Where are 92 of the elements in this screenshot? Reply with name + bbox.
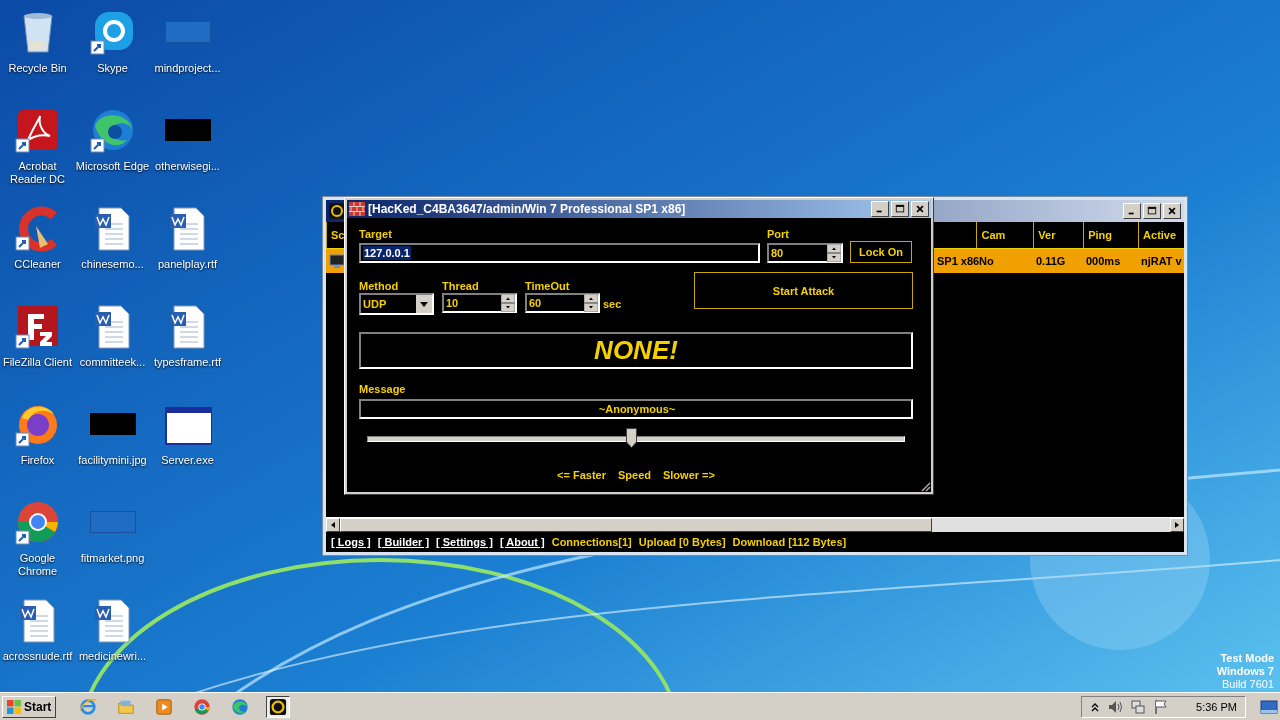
target-field[interactable]: 127.0.0.1 xyxy=(359,243,760,263)
slider-label: Slower => xyxy=(662,468,715,482)
column-header[interactable]: Active xyxy=(1138,222,1184,248)
desktop-icon-label[interactable]: chinesemo... xyxy=(75,258,150,271)
app-icon xyxy=(269,697,288,716)
field-label: Message xyxy=(359,382,407,396)
window-title: [HacKed_C4BA3647/admin/Win 7 Professional SP1 x86] xyxy=(368,202,686,216)
scroll-right-icon[interactable] xyxy=(1170,518,1184,532)
unit-label: sec xyxy=(603,297,622,311)
desktop-icon-label[interactable]: Microsoft Edge xyxy=(75,160,150,173)
field-label: Port xyxy=(767,227,790,241)
spinner-arrows-icon[interactable] xyxy=(584,294,598,312)
desktop-icon-label[interactable]: typesframe.rtf xyxy=(150,356,225,369)
table-cell-text: njRAT v xyxy=(1140,255,1183,267)
lock-on-button[interactable]: Lock On xyxy=(850,241,912,263)
desktop-icon-label[interactable]: mindproject... xyxy=(150,62,225,75)
desktop-icon-label[interactable]: committeek... xyxy=(75,356,150,369)
message-field[interactable]: ~Anonymous~ xyxy=(359,399,913,419)
field-label: Method xyxy=(359,279,400,293)
brick-wall-icon xyxy=(349,202,365,216)
desktop-icon-label[interactable]: Firefox xyxy=(0,454,75,467)
desktop-icon-label[interactable]: Server.exe xyxy=(150,454,225,467)
slider-thumb[interactable] xyxy=(625,428,637,448)
scroll-left-icon[interactable] xyxy=(326,518,340,532)
resize-grip-icon[interactable] xyxy=(919,480,931,492)
show-desktop-icon[interactable] xyxy=(1260,698,1278,715)
browser-icon xyxy=(79,697,98,716)
column-header[interactable]: Ver xyxy=(1033,222,1084,248)
maximize-button[interactable] xyxy=(891,201,909,217)
app-icon xyxy=(329,203,345,219)
field-label: Target xyxy=(359,227,393,241)
os-notice-text: Test Mode xyxy=(1220,652,1274,665)
os-notice-text: Windows 7 xyxy=(1216,665,1274,678)
browser-icon xyxy=(193,697,212,716)
minimize-button[interactable] xyxy=(1123,203,1141,219)
status-text: Upload [0 Bytes] xyxy=(638,536,726,548)
menu-link[interactable]: [ Builder ] xyxy=(377,536,430,548)
start-attack-button[interactable]: Start Attack xyxy=(694,272,913,309)
desktop-icon-label[interactable]: Acrobat Reader DC xyxy=(0,160,75,186)
desktop-icon-label[interactable]: panelplay.rtf xyxy=(150,258,225,271)
status-text: NONE! xyxy=(594,335,678,366)
field-label: TimeOut xyxy=(525,279,571,293)
desktop-icon-label[interactable]: acrossnude.rtf xyxy=(0,650,75,663)
desktop-icon-label[interactable]: FileZilla Client xyxy=(0,356,75,369)
menu-link[interactable]: [ Settings ] xyxy=(436,536,493,548)
menu-link[interactable]: [ About ] xyxy=(499,536,545,548)
column-header[interactable]: Ping xyxy=(1083,222,1139,248)
close-button[interactable] xyxy=(1163,203,1181,219)
maximize-icon xyxy=(1147,206,1157,216)
taskbar-button[interactable] xyxy=(266,695,291,718)
desktop-icon-label[interactable]: facilitymini.jpg xyxy=(75,454,150,467)
flag-icon[interactable] xyxy=(1153,698,1170,715)
close-button[interactable] xyxy=(911,201,929,217)
table-cell-text: 000ms xyxy=(1085,255,1122,267)
minimize-button[interactable] xyxy=(871,201,889,217)
clock-text[interactable]: 5:36 PM xyxy=(1196,700,1237,713)
menu-link[interactable]: [ Logs ] xyxy=(331,536,371,548)
slider-label: <= Faster xyxy=(557,468,606,482)
desktop-icon-label[interactable]: otherwisegi... xyxy=(150,160,225,173)
start-button[interactable]: Start xyxy=(2,695,57,718)
caret-icon xyxy=(420,301,428,307)
desktop-icon-label[interactable]: Google Chrome xyxy=(0,552,75,578)
media-player-icon xyxy=(155,697,174,716)
network-icon[interactable] xyxy=(1130,698,1147,715)
port-spinbox[interactable]: 80 xyxy=(767,243,843,263)
table-row[interactable]: SP1 x86No 0.11G 000ms njRAT v xyxy=(934,249,1184,273)
close-icon xyxy=(915,204,925,214)
desktop-icon-label[interactable]: fitmarket.png xyxy=(75,552,150,565)
desktop-icon-label[interactable]: Recycle Bin xyxy=(0,62,75,75)
desktop-icon-label[interactable]: CCleaner xyxy=(0,258,75,271)
chevron-up-icon[interactable] xyxy=(1090,701,1101,712)
maximize-icon xyxy=(895,204,905,214)
slider-label: Speed xyxy=(617,468,651,482)
thread-spinbox[interactable]: 10 xyxy=(442,293,517,313)
desktop-icon-label[interactable]: medicinewri... xyxy=(75,650,150,663)
spinner-arrows-icon[interactable] xyxy=(827,244,841,262)
method-dropdown[interactable]: UDP xyxy=(359,293,434,315)
windows-logo-icon xyxy=(6,698,22,715)
monitor-icon xyxy=(328,253,345,269)
field-label: Thread xyxy=(442,279,480,293)
close-icon xyxy=(1167,206,1177,216)
status-text: Connections[1] xyxy=(551,536,632,548)
os-notice-text: Build 7601 xyxy=(1222,678,1274,691)
column-header[interactable]: Cam xyxy=(976,222,1034,248)
desktop-icon-label[interactable]: Skype xyxy=(75,62,150,75)
timeout-spinbox[interactable]: 60 xyxy=(525,293,600,313)
maximize-button[interactable] xyxy=(1143,203,1161,219)
spinner-arrows-icon[interactable] xyxy=(501,294,515,312)
status-text: Download [112 Bytes] xyxy=(732,536,847,548)
scrollbar-thumb[interactable] xyxy=(340,518,932,532)
table-cell-text: 0.11G xyxy=(1035,255,1067,267)
browser-icon xyxy=(231,697,250,716)
